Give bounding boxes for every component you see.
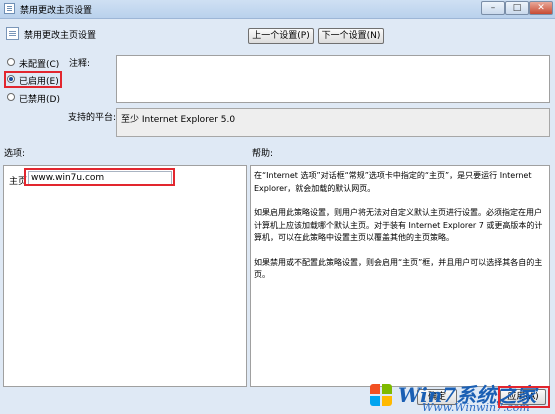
supported-platform-value: 至少 Internet Explorer 5.0 — [116, 108, 550, 137]
window-title: 禁用更改主页设置 — [20, 6, 93, 16]
apply-highlight-box — [498, 386, 550, 408]
policy-name: 禁用更改主页设置 — [24, 31, 97, 41]
radio-label: 已禁用(D) — [19, 95, 60, 105]
help-paragraph: 在“Internet 选项”对话框“常规”选项卡中指定的“主页”，是只要运行 I… — [254, 171, 532, 193]
options-panel — [3, 165, 247, 387]
minimize-button[interactable]: – — [481, 1, 505, 15]
close-button[interactable]: ✕ — [529, 1, 553, 15]
radio-button-icon[interactable] — [7, 58, 15, 66]
supported-platform-label: 支持的平台: — [68, 113, 117, 123]
help-paragraph: 如果启用此策略设置，则用户将无法对自定义默认主页进行设置。必须指定在用户计算机上… — [254, 208, 543, 242]
help-label: 帮助: — [252, 149, 274, 159]
help-panel[interactable]: 在“Internet 选项”对话框“常规”选项卡中指定的“主页”，是只要运行 I… — [250, 165, 550, 387]
help-paragraph: 如果禁用或不配置此策略设置，则会启用“主页”框，并且用户可以选择其各自的主页。 — [254, 257, 543, 280]
comment-label: 注释: — [69, 59, 91, 69]
maximize-button[interactable]: □ — [505, 1, 529, 15]
comment-textarea[interactable] — [116, 55, 550, 103]
title-bar: 禁用更改主页设置 – □ ✕ — [0, 0, 555, 19]
policy-setting-icon — [6, 27, 19, 40]
next-setting-button[interactable]: 下一个设置(N) — [318, 28, 384, 44]
policy-window-icon — [4, 3, 15, 14]
radio-button-icon[interactable] — [7, 93, 15, 101]
previous-setting-button[interactable]: 上一个设置(P) — [248, 28, 314, 44]
windows-logo-icon — [370, 384, 394, 408]
options-label: 选项: — [4, 149, 26, 159]
radio-label: 未配置(C) — [19, 60, 60, 70]
homepage-highlight-box — [24, 168, 175, 186]
enabled-highlight-box — [4, 71, 62, 88]
